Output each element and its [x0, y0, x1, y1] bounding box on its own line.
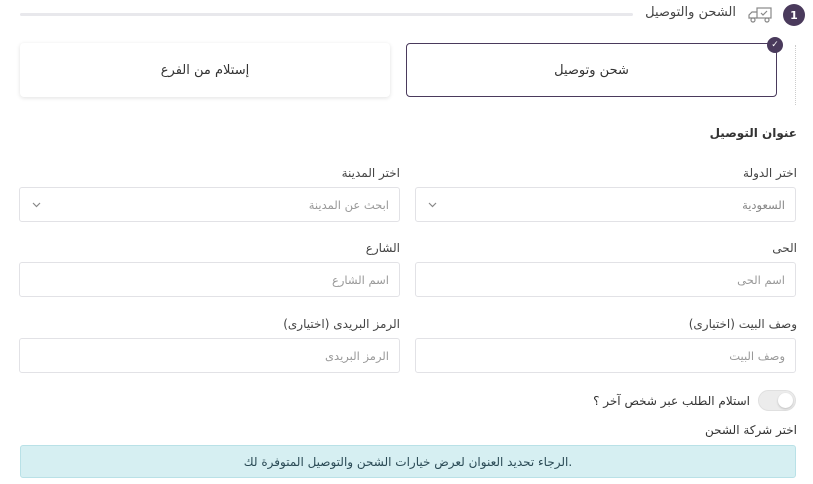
chevron-down-icon	[32, 202, 41, 208]
city-placeholder: ابحث عن المدينة	[308, 197, 389, 212]
city-select[interactable]: ابحث عن المدينة	[19, 187, 400, 222]
pickup-from-branch-card[interactable]: إستلام من الفرع	[20, 43, 390, 97]
postal-placeholder: الرمز البريدى	[325, 348, 389, 363]
district-input[interactable]: اسم الحى	[415, 262, 796, 297]
house-label: وصف البيت (اختيارى)	[688, 317, 797, 331]
truck-icon	[748, 7, 772, 23]
house-placeholder: وصف البيت	[729, 348, 785, 363]
other-person-label: استلام الطلب عبر شخص آخر ؟	[593, 394, 750, 408]
country-label: اختر الدولة	[743, 166, 797, 180]
house-description-input[interactable]: وصف البيت	[415, 338, 796, 373]
street-placeholder: اسم الشارع	[331, 272, 389, 287]
shipping-notice-alert: الرجاء تحديد العنوان لعرض خيارات الشحن و…	[20, 445, 796, 478]
city-label: اختر المدينة	[341, 166, 400, 180]
country-select[interactable]: السعودية	[415, 187, 796, 222]
address-section-title: عنوان التوصيل	[709, 126, 797, 140]
side-divider	[795, 45, 796, 105]
street-label: الشارع	[365, 241, 400, 255]
other-person-toggle[interactable]	[758, 390, 796, 411]
shipping-card-label: شحن وتوصيل	[554, 62, 629, 78]
country-value: السعودية	[742, 197, 785, 212]
shipping-notice-text: الرجاء تحديد العنوان لعرض خيارات الشحن و…	[243, 454, 573, 469]
checkmark-icon: ✓	[767, 37, 783, 53]
shipping-company-title: اختر شركة الشحن	[704, 423, 797, 437]
postal-code-input[interactable]: الرمز البريدى	[19, 338, 400, 373]
shipping-delivery-card[interactable]: شحن وتوصيل ✓	[406, 37, 783, 97]
toggle-knob	[778, 393, 793, 408]
chevron-down-icon	[428, 202, 437, 208]
step-divider	[20, 13, 633, 16]
street-input[interactable]: اسم الشارع	[19, 262, 400, 297]
district-placeholder: اسم الحى	[737, 272, 785, 287]
postal-label: الرمز البريدى (اختيارى)	[283, 317, 400, 331]
step-number-badge: 1	[783, 4, 805, 26]
district-label: الحى	[772, 241, 797, 255]
pickup-card-label: إستلام من الفرع	[160, 62, 250, 78]
